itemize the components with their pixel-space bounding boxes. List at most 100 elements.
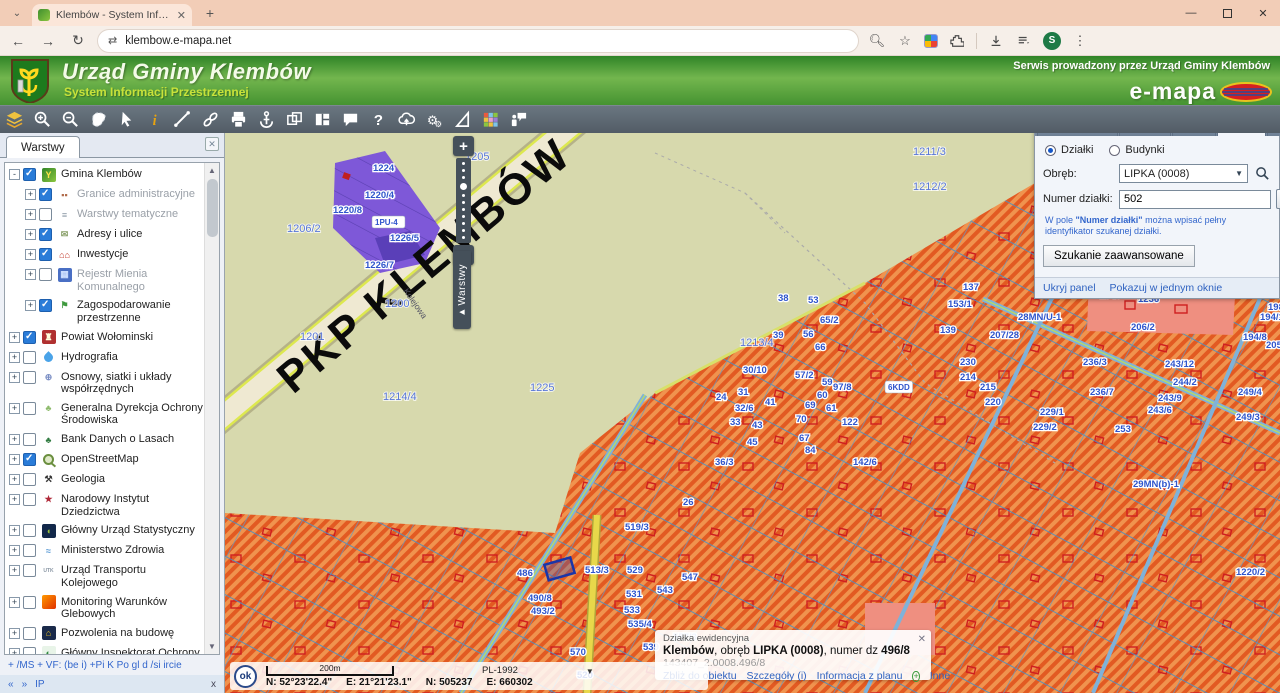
settings-gears-icon[interactable]: ⚙ ⚙ [421,108,448,132]
layer-checkbox[interactable] [23,544,36,558]
layer-label[interactable]: Granice administracyjne [77,187,195,201]
expand-toggle-icon[interactable]: + [9,494,20,506]
pager-prev[interactable]: « [8,679,14,690]
tab-search-chevron-icon[interactable]: ⌄ [6,4,28,22]
crs-chevron-icon[interactable]: ▼ [586,667,594,676]
tab-działki[interactable]: Działki [1216,133,1267,136]
new-tab-button[interactable]: + [200,3,220,23]
print-icon[interactable] [225,108,252,132]
layers-tab[interactable]: Warstwy [6,136,80,158]
expand-toggle-icon[interactable]: + [9,454,20,466]
zoom-out-icon[interactable] [57,108,84,132]
help-icon[interactable]: ? [365,108,392,132]
expand-toggle-icon[interactable]: + [9,565,20,577]
expand-toggle-icon[interactable]: + [25,300,36,312]
anchor-icon[interactable] [253,108,280,132]
obreb-select[interactable]: LIPKA (0008) ▼ [1119,164,1248,183]
cloud-upload-icon[interactable] [393,108,420,132]
radio-dzialki[interactable]: Działki [1045,144,1093,156]
url-field[interactable]: ⇄ klembow.e-mapa.net [98,29,858,52]
layer-label[interactable]: Geologia [61,472,105,486]
layer-label[interactable]: Zagospodarowanie przestrzenne [77,298,203,324]
expand-toggle-icon[interactable]: + [9,474,20,486]
pointer-icon[interactable] [113,108,140,132]
expand-toggle-icon[interactable]: + [9,545,20,557]
pager-ip-link[interactable]: IP [35,679,44,690]
tab-close-icon[interactable]: ✕ [177,9,186,22]
layer-checkbox[interactable] [23,626,36,640]
layer-checkbox[interactable] [23,168,36,181]
layer-label[interactable]: Urząd Transportu Kolejowego [61,563,203,589]
expand-toggle-icon[interactable]: + [25,209,36,220]
expand-toggle-icon[interactable]: + [25,249,36,260]
tab-obiekty[interactable]: Obiekty [1267,133,1280,136]
layer-label[interactable]: Powiat Wołominski [61,330,153,344]
tab-adresy[interactable]: Adresy [1119,133,1171,136]
layout-panels-icon[interactable] [309,108,336,132]
layer-label[interactable]: Monitoring Warunków Glebowych [61,595,203,621]
back-icon[interactable]: ← [6,29,30,53]
reload-icon[interactable]: ↻ [66,29,90,53]
hide-panel-link[interactable]: Ukryj panel [1043,282,1096,294]
layer-checkbox[interactable] [23,433,36,447]
layer-checkbox[interactable] [23,453,36,467]
tab-współrzędne[interactable]: Współrzędne [1037,133,1119,136]
layer-label[interactable]: Generalna Dyrekcja Ochrony Środowiska [61,401,203,427]
downloads-icon[interactable] [987,32,1005,50]
layer-checkbox[interactable] [39,299,52,313]
comment-icon[interactable] [337,108,364,132]
sidebar-scrollbar[interactable]: ▲ ▼ [204,163,219,654]
link-icon[interactable] [197,108,224,132]
layer-checkbox[interactable] [23,564,36,578]
expand-toggle-icon[interactable]: + [9,627,20,639]
measure-icon[interactable] [169,108,196,132]
layer-label[interactable]: Osnowy, siatki i układy współrzędnych [61,370,203,396]
expand-toggle-icon[interactable]: + [9,351,20,363]
szukaj-button[interactable]: Szukaj [1276,189,1280,209]
pager-close[interactable]: x [211,679,216,690]
layer-label[interactable]: Inwestycje [77,247,128,261]
layer-checkbox[interactable] [39,248,52,261]
expand-toggle-icon[interactable]: - [9,169,20,180]
zoom-in-button[interactable]: + [453,136,474,156]
layer-checkbox[interactable] [23,646,36,654]
set-square-icon[interactable] [449,108,476,132]
window-maximize-button[interactable] [1210,1,1244,25]
zoom-page-icon[interactable]: 🔍︎ [868,32,886,50]
browser-menu-kebab-icon[interactable]: ⋮ [1071,32,1089,50]
search-magnifier-icon[interactable] [1253,165,1271,183]
layer-label[interactable]: Rejestr Mienia Komunalnego [77,267,203,293]
collapse-layers-tab[interactable]: Warstwy ◀ [453,251,471,329]
single-window-link[interactable]: Pokazuj w jednym oknie [1110,282,1223,294]
layer-checkbox[interactable] [39,228,52,241]
layer-checkbox[interactable] [23,524,36,538]
advanced-search-button[interactable]: Szukanie zaawansowane [1043,244,1195,267]
layer-checkbox[interactable] [23,473,36,487]
layer-checkbox[interactable] [23,330,36,344]
tab-plany[interactable]: Plany [1171,133,1216,136]
extensions-puzzle-icon[interactable] [948,32,966,50]
pager-next[interactable]: » [22,679,28,690]
layer-label[interactable]: Pozwolenia na budowę [61,626,174,640]
expand-toggle-icon[interactable]: + [9,434,20,446]
layer-label[interactable]: OpenStreetMap [61,452,139,466]
expand-toggle-icon[interactable]: + [25,189,36,200]
expand-toggle-icon[interactable]: + [25,229,36,240]
radio-budynki[interactable]: Budynki [1109,144,1165,156]
layer-checkbox[interactable] [23,595,36,609]
window-minimize-button[interactable]: — [1174,1,1208,25]
popup-close-icon[interactable]: ✕ [918,634,926,645]
expand-toggle-icon[interactable]: + [9,596,20,608]
popup-link[interactable]: Szczegóły (i) [747,670,807,682]
expand-toggle-icon[interactable]: + [9,525,20,537]
info-icon[interactable]: i [141,108,168,132]
map-canvas[interactable]: PKP KLEMBÓW Kolejowa 1205 1211/3 1212/2 120… [225,133,1280,693]
layer-checkbox[interactable] [39,268,52,281]
layer-checkbox[interactable] [23,493,36,507]
feedback-person-icon[interactable] [505,108,532,132]
scroll-down-icon[interactable]: ▼ [205,639,219,654]
ok-button[interactable]: ok [234,665,257,688]
sidebar-footer-links[interactable]: + /MS + VF: (be i) +Pi K Po gl d /si irc… [0,655,224,675]
layer-label[interactable]: Narodowy Instytut Dziedzictwa [61,492,203,518]
layer-label[interactable]: Adresy i ulice [77,227,142,241]
